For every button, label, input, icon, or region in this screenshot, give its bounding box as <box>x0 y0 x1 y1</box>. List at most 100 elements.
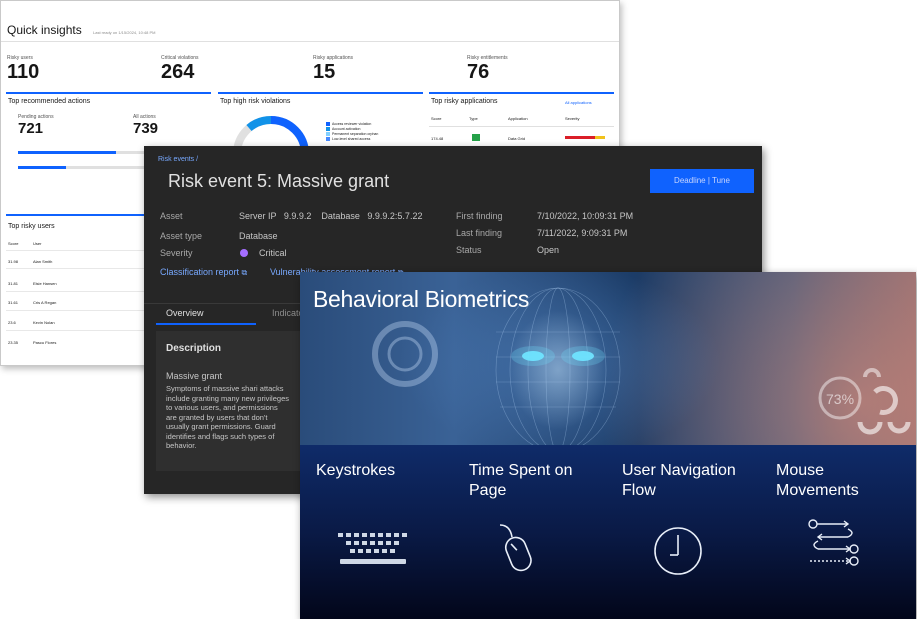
first-finding-label: First finding <box>456 211 503 221</box>
behavioral-biometrics-panel: 73% Behavioral Biometrics Keystrokes Tim… <box>300 272 916 619</box>
first-finding-value: 7/10/2022, 10:09:31 PM <box>537 211 634 221</box>
last-finding-label: Last finding <box>456 228 503 238</box>
legend: Access reviewer violation Account activa… <box>326 122 378 142</box>
description-line: are granted by users that don't <box>166 412 268 422</box>
card-title: Top risky applications <box>431 98 498 105</box>
col-header-type: Type <box>469 116 478 121</box>
biometrics-title: Behavioral Biometrics <box>313 286 530 312</box>
divider <box>6 291 146 292</box>
app-type-icon <box>472 134 480 141</box>
user-row-score: 31.61 <box>8 300 19 305</box>
pending-actions-value: 721 <box>18 120 44 137</box>
description-subheading: Massive grant <box>166 371 223 381</box>
violations-card: Top high risk violations Access reviewer… <box>218 92 423 159</box>
description-heading: Description <box>166 343 222 354</box>
legend-label: Low-level shared access <box>332 137 371 141</box>
biometrics-categories: Keystrokes Time Spent on Page User Navig… <box>300 445 916 619</box>
user-row-name[interactable]: Elsie Hansen <box>33 281 57 286</box>
navigation-flow-label: User Navigation Flow <box>622 462 736 499</box>
all-applications-link[interactable]: All applications <box>565 100 592 105</box>
kpi-value: 76 <box>467 61 490 83</box>
col-header-user: User <box>33 241 42 246</box>
description-line: usually grant permissions. Guard <box>166 422 276 431</box>
card-title: Top recommended actions <box>8 98 91 105</box>
col-header-score[interactable]: Score <box>431 116 441 121</box>
kpi-critical-violations[interactable]: Critical violations 264 <box>161 55 199 84</box>
user-row-score: 31.98 <box>8 259 19 264</box>
quick-insights-subtitle: Last ready on 1/15/2024, 10:48 PM <box>93 30 156 35</box>
description-line: include granting many new privileges <box>166 393 289 403</box>
severity-value: Critical <box>259 248 287 258</box>
description-line: to various users, and permissions <box>166 403 278 412</box>
severity-bar <box>595 136 605 139</box>
all-actions-value: 739 <box>133 120 159 137</box>
mouse-icon <box>499 524 532 572</box>
user-row-score: 31.81 <box>8 281 19 286</box>
card-title: Top risky users <box>8 223 55 230</box>
cell-application[interactable]: Data Grid <box>508 136 525 141</box>
user-row-name[interactable]: Kevin Nolan <box>33 320 55 325</box>
description-line: Symptoms of massive shari attacks <box>166 384 284 393</box>
user-row-score: 23.35 <box>8 340 19 345</box>
user-row-name[interactable]: Alan Smith <box>33 259 52 264</box>
progress-fill <box>18 166 66 169</box>
description-body: Symptoms of massive shari attacks includ… <box>166 384 289 451</box>
divider <box>6 250 146 251</box>
cell-score: 174.48 <box>431 136 444 141</box>
user-row-name[interactable]: Cris A Regan <box>33 300 56 305</box>
keystrokes-label: Keystrokes <box>316 462 396 479</box>
kpi-value: 264 <box>161 61 195 83</box>
status-value: Open <box>537 245 560 255</box>
legend-item: Low-level shared access <box>326 137 378 141</box>
link-label: Classification report <box>160 267 240 277</box>
progress-fill <box>18 151 116 154</box>
risky-applications-card: Top risky applications All applications … <box>429 92 614 154</box>
asset-label: Asset <box>160 211 183 221</box>
tab-overview-indicator <box>156 323 256 325</box>
divider <box>1 41 619 42</box>
time-on-page-label: Time Spent on Page <box>469 462 573 499</box>
external-link-icon: ⧉ <box>241 268 248 277</box>
asset-type-label: Asset type <box>160 231 203 241</box>
hud-percentage: 73% <box>826 391 854 407</box>
col-header-severity: Severity <box>565 116 580 121</box>
asset-type-value: Database <box>239 231 278 241</box>
severity-bar <box>565 136 595 139</box>
divider <box>6 310 146 311</box>
asset-value: Server IP 9.9.9.2 Database 9.9.9.2:5.7.2… <box>239 211 423 221</box>
legend-swatch <box>326 122 330 126</box>
last-finding-value: 7/11/2022, 9:09:31 PM <box>537 228 628 238</box>
classification-report-link[interactable]: Classification report ⧉ <box>160 267 247 278</box>
user-row-name[interactable]: Pascu Flores <box>33 340 56 345</box>
status-label: Status <box>456 245 482 255</box>
legend-label: Permanent separation orphan <box>332 132 379 136</box>
description-line: behavior. <box>166 441 197 450</box>
card-title: Top high risk violations <box>220 98 291 105</box>
kpi-value: 110 <box>7 61 40 83</box>
tab-overview[interactable]: Overview <box>166 308 204 318</box>
kpi-value: 15 <box>313 61 336 83</box>
legend-label: Access reviewer violation <box>332 122 372 126</box>
legend-swatch <box>326 127 330 131</box>
legend-item: Permanent separation orphan <box>326 132 378 136</box>
breadcrumb[interactable]: Risk events / <box>158 156 198 163</box>
page-title: Risk event 5: Massive grant <box>168 171 390 191</box>
hero-image: 73% Behavioral Biometrics <box>300 272 916 445</box>
deadline-tune-button[interactable]: Deadline | Tune <box>650 169 754 193</box>
kpi-risky-users[interactable]: Risky users 110 <box>7 55 39 84</box>
kpi-risky-applications[interactable]: Risky applications 15 <box>313 55 353 84</box>
description-line: identifies and flags such types of <box>166 431 275 441</box>
legend-item: Account activation <box>326 127 378 131</box>
col-header-score[interactable]: Score <box>8 241 18 246</box>
mouse-movements-label: Mouse Movements <box>776 462 859 499</box>
legend-swatch <box>326 137 330 141</box>
col-header-application: Application <box>508 116 528 121</box>
kpi-risky-entitlements[interactable]: Risky entitlements 76 <box>467 55 508 84</box>
divider <box>6 330 146 331</box>
clock-icon <box>654 527 702 575</box>
user-row-score: 23.6 <box>8 320 16 325</box>
critical-severity-icon <box>240 249 248 257</box>
legend-label: Account activation <box>332 127 361 131</box>
legend-item: Access reviewer violation <box>326 122 378 126</box>
keyboard-icon <box>338 533 407 564</box>
